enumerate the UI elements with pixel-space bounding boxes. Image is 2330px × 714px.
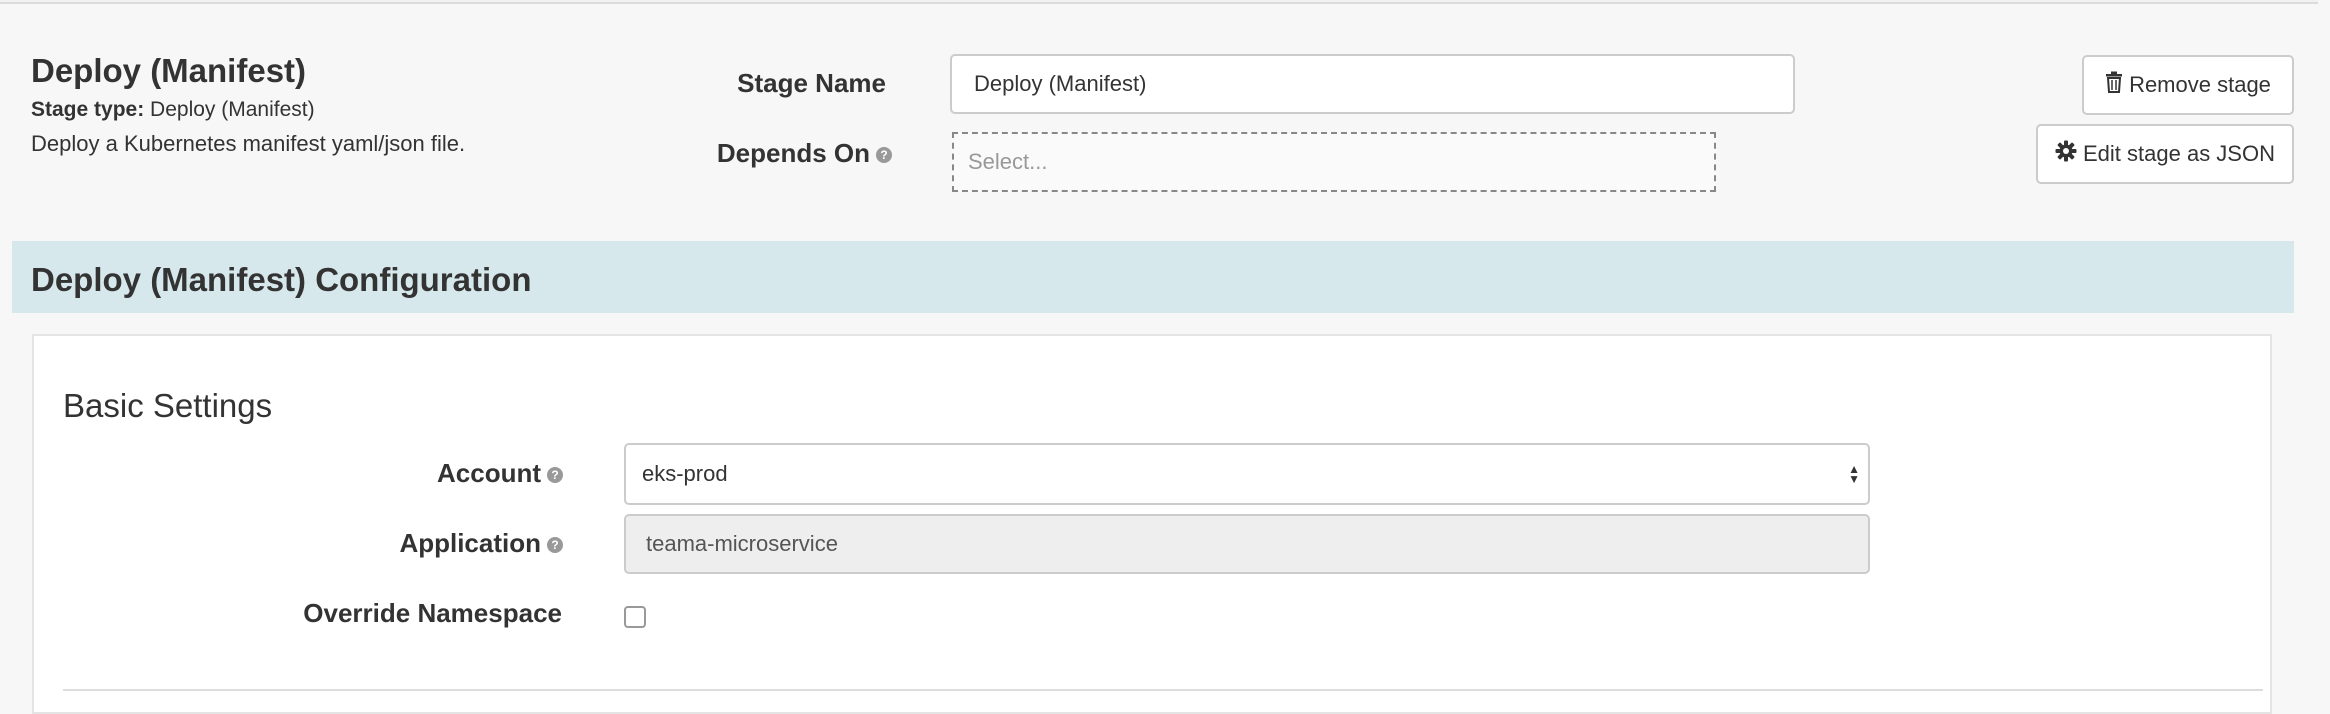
stage-type: Stage type: Deploy (Manifest): [31, 98, 315, 122]
application-field: teama-microservice: [624, 514, 1870, 574]
section-divider: [63, 689, 2263, 691]
remove-stage-button[interactable]: Remove stage: [2082, 55, 2294, 115]
edit-stage-json-button[interactable]: Edit stage as JSON: [2036, 124, 2294, 184]
stage-name-input[interactable]: Deploy (Manifest): [950, 54, 1795, 114]
account-select-value: eks-prod: [642, 461, 728, 486]
stage-type-label: Stage type:: [31, 98, 145, 121]
stage-type-value: Deploy (Manifest): [150, 98, 315, 121]
gear-icon: [2055, 140, 2077, 168]
remove-stage-label: Remove stage: [2129, 72, 2271, 97]
basic-settings-title: Basic Settings: [63, 387, 273, 424]
account-label-text: Account: [437, 458, 541, 488]
help-icon[interactable]: ?: [547, 467, 563, 484]
depends-on-label: Depends On?: [700, 138, 892, 169]
select-arrows-icon: ▲ ▼: [1848, 462, 1860, 486]
stage-name-label: Stage Name: [737, 68, 886, 98]
trash-icon: [2105, 71, 2123, 99]
help-icon[interactable]: ?: [876, 147, 892, 164]
edit-stage-json-label: Edit stage as JSON: [2083, 141, 2275, 166]
application-label-text: Application: [399, 528, 541, 558]
top-border: [0, 0, 2318, 4]
config-title: Deploy (Manifest) Configuration: [31, 261, 532, 298]
help-icon[interactable]: ?: [547, 537, 563, 554]
stage-title: Deploy (Manifest): [31, 52, 307, 89]
stage-description: Deploy a Kubernetes manifest yaml/json f…: [31, 131, 466, 156]
depends-on-select[interactable]: Select...: [952, 132, 1716, 192]
override-namespace-checkbox[interactable]: [624, 606, 646, 628]
depends-on-label-text: Depends On: [716, 138, 870, 168]
account-select[interactable]: eks-prod ▲ ▼: [624, 443, 1870, 505]
override-namespace-label: Override Namespace: [303, 598, 562, 628]
application-label: Application?: [300, 528, 563, 559]
account-label: Account?: [300, 458, 563, 489]
